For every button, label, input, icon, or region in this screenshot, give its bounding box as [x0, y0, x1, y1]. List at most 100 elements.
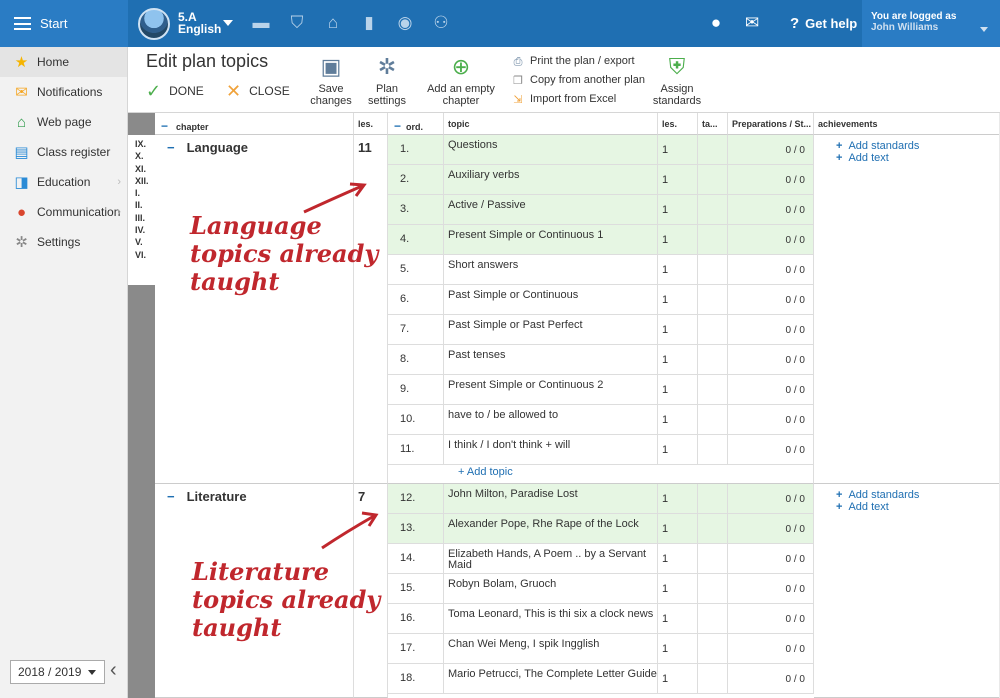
topic-lessons[interactable]: 1: [658, 604, 698, 634]
briefcase-icon[interactable]: ▬: [250, 14, 272, 32]
chat-icon[interactable]: ●: [705, 14, 727, 32]
collapse-icon[interactable]: −: [161, 119, 168, 133]
topic-lessons[interactable]: 1: [658, 484, 698, 514]
copy-from-plan-button[interactable]: ❐ Copy from another plan: [512, 71, 645, 90]
topic-name[interactable]: Past tenses: [444, 345, 658, 375]
topic-row[interactable]: 4. Present Simple or Continuous 11 0 / 0: [388, 225, 814, 255]
collapse-icon[interactable]: −: [394, 119, 401, 133]
topic-row[interactable]: 3. Active / Passive 1 0 / 0: [388, 195, 814, 225]
topic-name[interactable]: John Milton, Paradise Lost: [444, 484, 658, 514]
sidebar-item-class-register[interactable]: ▤ Class register: [0, 137, 127, 167]
topic-row[interactable]: 1. Questions 1 0 / 0: [388, 135, 814, 165]
topic-name[interactable]: Robyn Bolam, Gruoch: [444, 574, 658, 604]
school-year-select[interactable]: 2018 / 2019: [10, 660, 105, 684]
month-label[interactable]: VI.: [135, 249, 155, 261]
done-button[interactable]: ✓ DONE: [146, 82, 204, 100]
month-label[interactable]: IX.: [135, 138, 155, 150]
envelope-icon[interactable]: ✉: [741, 14, 763, 32]
start-menu-button[interactable]: Start: [0, 0, 128, 47]
collapse-icon[interactable]: −: [167, 489, 175, 504]
sidebar-item-web-page[interactable]: ⌂ Web page: [0, 107, 127, 137]
collapse-icon[interactable]: −: [167, 140, 175, 155]
topic-lessons[interactable]: 1: [658, 135, 698, 165]
sidebar-item-home[interactable]: ★ Home: [0, 47, 127, 77]
topic-lessons[interactable]: 1: [658, 285, 698, 315]
header-order[interactable]: − ord.: [388, 113, 444, 135]
topic-lessons[interactable]: 1: [658, 375, 698, 405]
print-export-button[interactable]: ⎙ Print the plan / export: [512, 52, 645, 71]
topic-lessons[interactable]: 1: [658, 514, 698, 544]
topic-row[interactable]: 10. have to / be allowed to 1 0 / 0: [388, 405, 814, 435]
topic-lessons[interactable]: 1: [658, 544, 698, 574]
topic-lessons[interactable]: 1: [658, 195, 698, 225]
assign-standards-button[interactable]: ⛨ Assign standards: [652, 53, 702, 107]
topic-name[interactable]: Mario Petrucci, The Complete Letter Guid…: [444, 664, 658, 694]
plan-settings-button[interactable]: ✲ Plan settings: [364, 53, 410, 107]
sidebar-item-notifications[interactable]: ✉ Notifications: [0, 77, 127, 107]
month-label[interactable]: III.: [135, 212, 155, 224]
topic-name[interactable]: Chan Wei Meng, I spik Ingglish: [444, 634, 658, 664]
topic-row[interactable]: 2. Auxiliary verbs 1 0 / 0: [388, 165, 814, 195]
help-link[interactable]: ? Get help: [790, 15, 857, 32]
topic-lessons[interactable]: 1: [658, 225, 698, 255]
people-icon[interactable]: ⚇: [430, 14, 452, 32]
institution-icon[interactable]: ⌂: [322, 14, 344, 32]
topic-row[interactable]: 9. Present Simple or Continuous 21 0 / 0: [388, 375, 814, 405]
topic-row[interactable]: 5. Short answers 1 0 / 0: [388, 255, 814, 285]
topic-name[interactable]: Past Simple or Continuous: [444, 285, 658, 315]
close-button[interactable]: ✕ CLOSE: [226, 82, 290, 100]
topic-row[interactable]: 17. Chan Wei Meng, I spik Ingglish 1 0 / 0: [388, 634, 814, 664]
chevron-down-icon[interactable]: [223, 20, 233, 26]
header-chapter[interactable]: − chapter: [155, 113, 354, 135]
add-text-link[interactable]: + Add text: [836, 152, 999, 164]
month-label[interactable]: V.: [135, 236, 155, 248]
month-label[interactable]: II.: [135, 199, 155, 211]
sidebar-item-settings[interactable]: ✲ Settings: [0, 227, 127, 257]
user-menu[interactable]: You are logged as John Williams: [862, 0, 1000, 47]
collapse-sidebar-icon[interactable]: ‹: [110, 659, 117, 682]
topic-name[interactable]: Short answers: [444, 255, 658, 285]
topic-lessons[interactable]: 1: [658, 405, 698, 435]
shield-icon[interactable]: ⛉: [286, 14, 308, 32]
topic-name[interactable]: have to / be allowed to: [444, 405, 658, 435]
topic-name[interactable]: Auxiliary verbs: [444, 165, 658, 195]
save-changes-button[interactable]: ▣ Save changes: [308, 53, 354, 107]
topic-lessons[interactable]: 1: [658, 634, 698, 664]
month-label[interactable]: XII.: [135, 175, 155, 187]
topic-row[interactable]: 14. Elizabeth Hands, A Poem .. by a Serva…: [388, 544, 814, 574]
tachometer-icon[interactable]: ◉: [394, 14, 416, 32]
topic-row[interactable]: 11. I think / I don't think + will 1 0 / 0: [388, 435, 814, 465]
topic-row[interactable]: 16. Toma Leonard, This is thi six a clock…: [388, 604, 814, 634]
add-standards-link[interactable]: + Add standards: [836, 140, 999, 152]
month-label[interactable]: XI.: [135, 163, 155, 175]
topic-row[interactable]: 13. Alexander Pope, Rhe Rape of the Lock 1…: [388, 514, 814, 544]
chart-icon[interactable]: ▮: [358, 14, 380, 32]
topic-lessons[interactable]: 1: [658, 435, 698, 465]
topic-name[interactable]: Present Simple or Continuous 1: [444, 225, 658, 255]
topic-row[interactable]: 8. Past tenses 1 0 / 0: [388, 345, 814, 375]
topic-name[interactable]: Questions: [444, 135, 658, 165]
topic-row[interactable]: 12. John Milton, Paradise Lost 1 0 / 0: [388, 484, 814, 514]
topic-name[interactable]: Active / Passive: [444, 195, 658, 225]
sidebar-item-communication[interactable]: ● Communication ›: [0, 197, 127, 227]
topic-lessons[interactable]: 1: [658, 315, 698, 345]
topic-row[interactable]: 7. Past Simple or Past Perfect 1 0 / 0: [388, 315, 814, 345]
topic-lessons[interactable]: 1: [658, 664, 698, 694]
topic-lessons[interactable]: 1: [658, 345, 698, 375]
topic-name[interactable]: Toma Leonard, This is thi six a clock ne…: [444, 604, 658, 634]
class-selector[interactable]: 5.A English: [178, 11, 221, 35]
topic-lessons[interactable]: 1: [658, 255, 698, 285]
add-topic-link[interactable]: + Add topic: [458, 466, 513, 478]
add-text-link[interactable]: + Add text: [836, 501, 999, 513]
topic-row[interactable]: 6. Past Simple or Continuous 1 0 / 0: [388, 285, 814, 315]
add-standards-link[interactable]: + Add standards: [836, 489, 999, 501]
month-label[interactable]: X.: [135, 150, 155, 162]
sidebar-item-education[interactable]: ◨ Education ›: [0, 167, 127, 197]
topic-name[interactable]: Present Simple or Continuous 2: [444, 375, 658, 405]
topic-lessons[interactable]: 1: [658, 165, 698, 195]
month-label[interactable]: IV.: [135, 224, 155, 236]
topic-name[interactable]: Past Simple or Past Perfect: [444, 315, 658, 345]
topic-name[interactable]: Elizabeth Hands, A Poem .. by a Servant …: [444, 544, 658, 574]
topic-row[interactable]: 15. Robyn Bolam, Gruoch 1 0 / 0: [388, 574, 814, 604]
month-label[interactable]: I.: [135, 187, 155, 199]
